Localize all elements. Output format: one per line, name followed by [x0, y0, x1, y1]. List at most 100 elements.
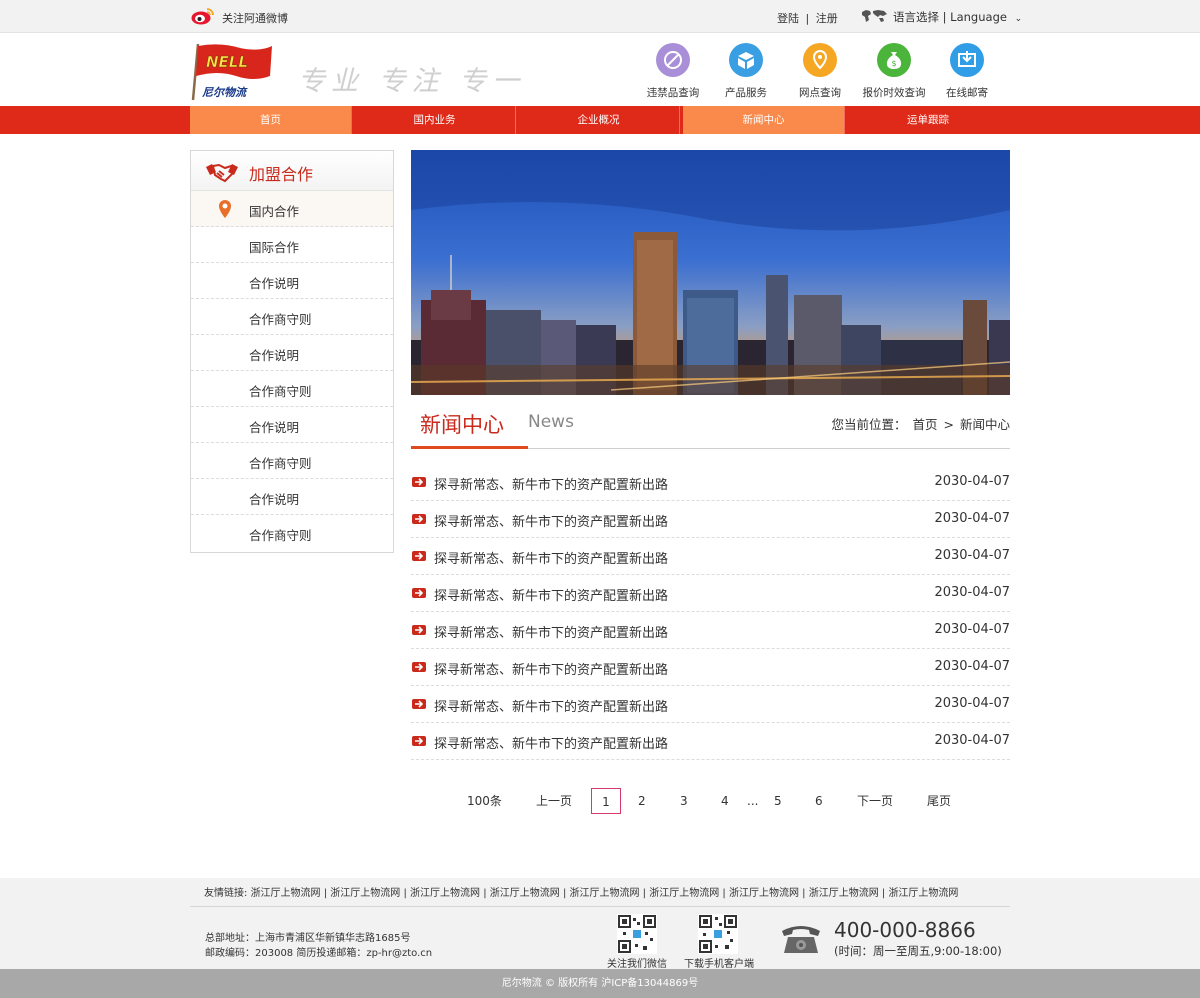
news-item[interactable]: 探寻新常态、新牛市下的资产配置新出路 2030-04-07: [411, 575, 1010, 612]
quick-link-label: 报价时效查询: [862, 87, 926, 99]
news-item-date: 2030-04-07: [934, 696, 1010, 711]
sidebar-item-label: 合作说明: [249, 492, 300, 507]
news-item-title[interactable]: 探寻新常态、新牛市下的资产配置新出路: [434, 622, 668, 641]
register-link[interactable]: 注册: [816, 12, 838, 25]
quick-link-label: 违禁品查询: [646, 87, 700, 99]
news-item-title[interactable]: 探寻新常态、新牛市下的资产配置新出路: [434, 585, 668, 604]
city-banner-image: [411, 150, 1010, 395]
news-item[interactable]: 探寻新常态、新牛市下的资产配置新出路 2030-04-07: [411, 538, 1010, 575]
friend-link[interactable]: 浙江厅上物流网: [729, 888, 799, 899]
news-item[interactable]: 探寻新常态、新牛市下的资产配置新出路 2030-04-07: [411, 649, 1010, 686]
news-item-title[interactable]: 探寻新常态、新牛市下的资产配置新出路: [434, 511, 668, 530]
nav-news[interactable]: 新闻中心: [683, 106, 845, 134]
news-item-date: 2030-04-07: [934, 474, 1010, 489]
arrow-right-icon: [412, 588, 426, 598]
sidebar-item-partner-rules[interactable]: 合作商守则: [191, 443, 393, 479]
friend-link[interactable]: 浙江厅上物流网: [490, 888, 560, 899]
sidebar-item-label: 合作商守则: [249, 312, 312, 327]
postcode-text: 邮政编码：203008 简历投递邮箱：zp-hr@zto.cn: [205, 948, 433, 959]
logo-cn: 尼尔物流: [202, 86, 248, 99]
sidebar-item-international[interactable]: 国际合作: [191, 227, 393, 263]
pagination: 100条 上一页 1 2 3 4 ... 5 6 下一页 尾页: [0, 788, 1200, 814]
sidebar-item-label: 合作商守则: [249, 528, 312, 543]
top-bar: 关注阿通微博 登陆 | 注册 语言选择 | Language ⌄: [0, 0, 1200, 33]
sidebar-item-coop-notes[interactable]: 合作说明: [191, 479, 393, 515]
sidebar-item-coop-notes[interactable]: 合作说明: [191, 407, 393, 443]
pager-page[interactable]: 6: [815, 788, 823, 814]
slogan: 专业 专注 专一: [298, 66, 526, 97]
quick-link-quote[interactable]: $ 报价时效查询: [859, 43, 929, 100]
friend-link[interactable]: 浙江厅上物流网: [888, 888, 958, 899]
sidebar-item-partner-rules[interactable]: 合作商守则: [191, 371, 393, 407]
chevron-down-icon: ⌄: [1014, 14, 1023, 24]
friend-link[interactable]: 浙江厅上物流网: [330, 888, 400, 899]
news-list: 探寻新常态、新牛市下的资产配置新出路 2030-04-07 探寻新常态、新牛市下…: [411, 464, 1010, 760]
friend-link[interactable]: 浙江厅上物流网: [251, 888, 321, 899]
news-item[interactable]: 探寻新常态、新牛市下的资产配置新出路 2030-04-07: [411, 612, 1010, 649]
breadcrumb: 您当前位置： 首页 > 新闻中心: [830, 414, 1010, 433]
sidebar: 加盟合作 国内合作 国际合作 合作说明 合作商守则 合作说明 合作商守则 合作说…: [190, 150, 394, 553]
title-underline: [411, 446, 528, 449]
news-item[interactable]: 探寻新常态、新牛市下的资产配置新出路 2030-04-07: [411, 723, 1010, 760]
pager-last[interactable]: 尾页: [927, 788, 951, 814]
news-title-en: News: [528, 412, 574, 432]
box-icon: [729, 43, 763, 77]
news-item[interactable]: 探寻新常态、新牛市下的资产配置新出路 2030-04-07: [411, 686, 1010, 723]
breadcrumb-current[interactable]: 新闻中心: [960, 417, 1010, 432]
login-link[interactable]: 登陆: [777, 12, 799, 25]
nav-domestic[interactable]: 国内业务: [354, 106, 516, 134]
sidebar-item-label: 合作说明: [249, 276, 300, 291]
news-item-title[interactable]: 探寻新常态、新牛市下的资产配置新出路: [434, 659, 668, 678]
friend-link[interactable]: 浙江厅上物流网: [649, 888, 719, 899]
pager-page[interactable]: 2: [638, 788, 646, 814]
sidebar-item-coop-notes[interactable]: 合作说明: [191, 335, 393, 371]
pager-page-current[interactable]: 1: [591, 788, 621, 814]
sidebar-item-domestic[interactable]: 国内合作: [191, 191, 393, 227]
quick-link-outlets[interactable]: 网点查询: [785, 43, 855, 100]
breadcrumb-home[interactable]: 首页: [913, 417, 938, 432]
pager-ellipsis: ...: [747, 794, 759, 808]
login-separator: |: [805, 12, 810, 25]
forbidden-icon: [656, 43, 690, 77]
quick-link-mail[interactable]: 在线邮寄: [932, 43, 1002, 100]
language-label: 语言选择 | Language: [893, 10, 1007, 24]
pager-prev[interactable]: 上一页: [536, 788, 572, 814]
location-icon: [803, 43, 837, 77]
news-item-title[interactable]: 探寻新常态、新牛市下的资产配置新出路: [434, 696, 668, 715]
quick-link-forbidden[interactable]: 违禁品查询: [638, 43, 708, 100]
wechat-qr-code: [617, 914, 657, 954]
pager-next[interactable]: 下一页: [857, 788, 893, 814]
news-item-date: 2030-04-07: [934, 585, 1010, 600]
pager-page[interactable]: 3: [680, 788, 688, 814]
nav-company[interactable]: 企业概况: [518, 106, 680, 134]
pager-page[interactable]: 5: [774, 788, 782, 814]
footer-address: 总部地址：上海市青浦区华新镇华志路1685号 邮政编码：203008 简历投递邮…: [205, 931, 432, 961]
address-text: 总部地址：上海市青浦区华新镇华志路1685号: [205, 933, 411, 944]
language-selector[interactable]: 语言选择 | Language ⌄: [893, 9, 1022, 25]
main-nav: 首页 国内业务 企业概况 新闻中心 运单跟踪: [0, 106, 1200, 134]
pager-page[interactable]: 4: [721, 788, 729, 814]
quick-link-products[interactable]: 产品服务: [711, 43, 781, 100]
news-item-title[interactable]: 探寻新常态、新牛市下的资产配置新出路: [434, 474, 668, 493]
news-item-date: 2030-04-07: [934, 622, 1010, 637]
news-item-title[interactable]: 探寻新常态、新牛市下的资产配置新出路: [434, 733, 668, 752]
friend-link[interactable]: 浙江厅上物流网: [570, 888, 640, 899]
weibo-follow-link[interactable]: 关注阿通微博: [222, 10, 288, 26]
news-item-title[interactable]: 探寻新常态、新牛市下的资产配置新出路: [434, 548, 668, 567]
sidebar-header: 加盟合作: [191, 151, 393, 191]
news-item[interactable]: 探寻新常态、新牛市下的资产配置新出路 2030-04-07: [411, 464, 1010, 501]
news-item[interactable]: 探寻新常态、新牛市下的资产配置新出路 2030-04-07: [411, 501, 1010, 538]
nav-tracking[interactable]: 运单跟踪: [847, 106, 1009, 134]
login-register: 登陆 | 注册: [777, 10, 838, 26]
nell-logo[interactable]: NELL 尼尔物流: [190, 40, 275, 102]
news-item-date: 2030-04-07: [934, 511, 1010, 526]
news-item-date: 2030-04-07: [934, 733, 1010, 748]
sidebar-item-partner-rules[interactable]: 合作商守则: [191, 515, 393, 551]
friend-link[interactable]: 浙江厅上物流网: [809, 888, 879, 899]
sidebar-item-coop-notes[interactable]: 合作说明: [191, 263, 393, 299]
sidebar-item-label: 合作说明: [249, 420, 300, 435]
weibo-icon[interactable]: [190, 6, 216, 26]
nav-home[interactable]: 首页: [190, 106, 352, 134]
friend-link[interactable]: 浙江厅上物流网: [410, 888, 480, 899]
sidebar-item-partner-rules[interactable]: 合作商守则: [191, 299, 393, 335]
